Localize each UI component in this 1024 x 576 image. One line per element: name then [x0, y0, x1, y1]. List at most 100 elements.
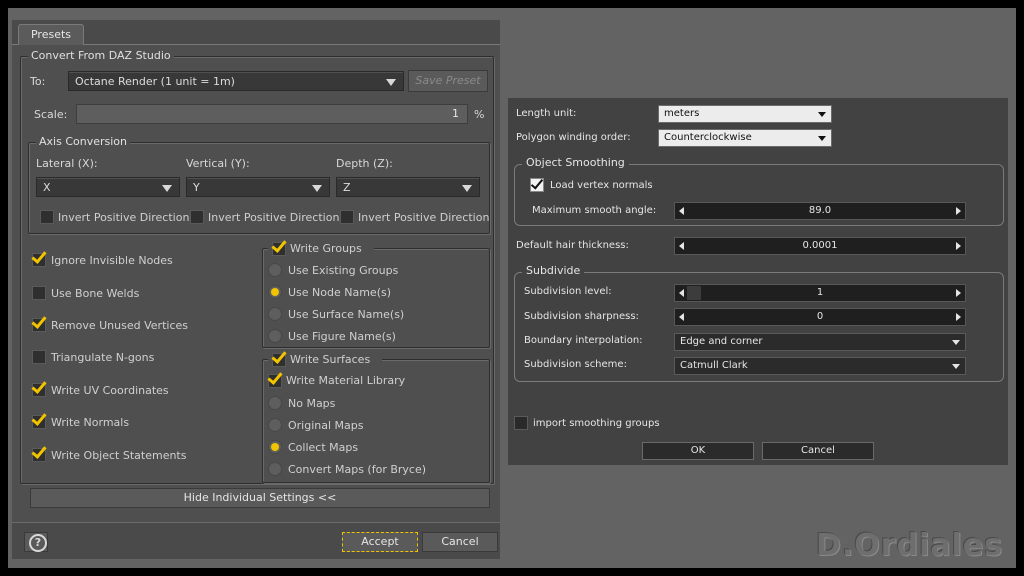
increase-arrow-icon[interactable]: [956, 207, 961, 215]
write-groups-label: Write Groups: [290, 242, 362, 255]
chevron-down-icon: [952, 364, 960, 369]
boundary-interpolation-label: Boundary interpolation:: [524, 335, 643, 346]
radio-button[interactable]: [268, 396, 282, 410]
checkmark-icon: [530, 176, 544, 190]
winding-order-value: Counterclockwise: [664, 132, 752, 143]
depth-value: Z: [343, 181, 351, 194]
option-checkbox[interactable]: [31, 248, 47, 267]
radio-button[interactable]: [268, 418, 282, 432]
tab-presets[interactable]: Presets: [18, 24, 84, 45]
length-unit-select[interactable]: meters: [658, 105, 832, 123]
ok-button[interactable]: OK: [642, 442, 754, 460]
scale-slider[interactable]: 1: [76, 104, 468, 124]
chevron-down-icon: [818, 136, 826, 141]
help-button[interactable]: ?: [24, 532, 48, 552]
invert-z-checkbox[interactable]: [340, 210, 354, 224]
subdivision-level-label: Subdivision level:: [524, 286, 612, 297]
max-smooth-angle-label: Maximum smooth angle:: [532, 205, 657, 216]
radio-button[interactable]: [268, 263, 282, 277]
accept-button[interactable]: Accept: [342, 532, 418, 552]
scale-unit: %: [474, 108, 485, 121]
invert-y-label: Invert Positive Direction: [208, 211, 340, 224]
right-cancel-button[interactable]: Cancel: [762, 442, 874, 460]
boundary-interpolation-select[interactable]: Edge and corner: [674, 333, 966, 351]
subdivision-level-fill: [687, 286, 701, 300]
hair-thickness-slider[interactable]: 0.0001: [674, 237, 966, 255]
radio-button[interactable]: [268, 440, 282, 454]
decrease-arrow-icon[interactable]: [679, 289, 684, 297]
option-checkbox[interactable]: [31, 443, 47, 462]
radio-label: No Maps: [288, 397, 336, 410]
option-label: Triangulate N-gons: [51, 351, 155, 364]
watermark-text: D.Ordiales: [816, 528, 1004, 563]
length-unit-label: Length unit:: [516, 108, 577, 119]
subdivision-scheme-select[interactable]: Catmull Clark: [674, 357, 966, 375]
option-checkbox[interactable]: [32, 350, 46, 364]
radio-button[interactable]: [268, 329, 282, 343]
to-preset-select[interactable]: Octane Render (1 unit = 1m): [68, 71, 404, 91]
radio-label: Convert Maps (for Bryce): [288, 463, 427, 476]
subdivision-scheme-value: Catmull Clark: [680, 360, 748, 371]
to-preset-value: Octane Render (1 unit = 1m): [75, 75, 235, 88]
increase-arrow-icon[interactable]: [956, 242, 961, 250]
subdivision-sharpness-label: Subdivision sharpness:: [524, 311, 639, 322]
option-checkbox[interactable]: [32, 286, 46, 300]
write-material-library-checkbox[interactable]: [267, 369, 283, 388]
write-material-library-label: Write Material Library: [286, 374, 406, 387]
obj-export-dialog: Presets Convert From DAZ Studio To: Octa…: [12, 20, 500, 559]
option-checkbox[interactable]: [31, 378, 47, 397]
option-label: Write Object Statements: [51, 449, 187, 462]
max-smooth-angle-slider[interactable]: 89.0: [674, 202, 966, 220]
subdivision-level-slider[interactable]: 1: [674, 284, 966, 302]
object-smoothing-title: Object Smoothing: [522, 156, 629, 169]
write-groups-checkbox[interactable]: [271, 237, 287, 256]
scale-label: Scale:: [34, 108, 68, 121]
option-label: Use Bone Welds: [51, 287, 140, 300]
to-label: To:: [30, 75, 46, 88]
hair-thickness-value: 0.0001: [802, 240, 838, 251]
radio-label: Use Existing Groups: [288, 264, 399, 277]
help-icon: ?: [29, 534, 47, 552]
decrease-arrow-icon[interactable]: [679, 313, 684, 321]
winding-order-select[interactable]: Counterclockwise: [658, 129, 832, 147]
lateral-value: X: [43, 181, 51, 194]
subdivision-level-value: 1: [816, 287, 824, 298]
vertical-select[interactable]: Y: [186, 177, 330, 197]
import-smoothing-groups-checkbox[interactable]: [514, 416, 528, 430]
lateral-select[interactable]: X: [36, 177, 180, 197]
lateral-label: Lateral (X):: [36, 157, 98, 170]
decrease-arrow-icon[interactable]: [679, 207, 684, 215]
radio-label: Collect Maps: [288, 441, 359, 454]
vertical-value: Y: [193, 181, 200, 194]
decrease-arrow-icon[interactable]: [679, 242, 684, 250]
subdivision-sharpness-slider[interactable]: 0: [674, 308, 966, 326]
invert-x-checkbox[interactable]: [40, 210, 54, 224]
radio-label: Use Node Name(s): [288, 286, 392, 299]
save-preset-button[interactable]: Save Preset: [408, 70, 488, 92]
invert-y-checkbox[interactable]: [190, 210, 204, 224]
radio-label: Use Surface Name(s): [288, 308, 405, 321]
import-options-dialog: Length unit: meters Polygon winding orde…: [508, 98, 1008, 465]
length-unit-value: meters: [664, 108, 700, 119]
depth-select[interactable]: Z: [336, 177, 480, 197]
radio-button[interactable]: [268, 285, 282, 299]
hide-individual-settings-button[interactable]: Hide Individual Settings <<: [30, 488, 490, 508]
cancel-button[interactable]: Cancel: [422, 532, 498, 552]
option-checkbox[interactable]: [31, 410, 47, 429]
invert-x-label: Invert Positive Direction: [58, 211, 190, 224]
depth-label: Depth (Z):: [336, 157, 393, 170]
radio-button[interactable]: [268, 462, 282, 476]
convert-group-title: Convert From DAZ Studio: [28, 49, 174, 62]
load-vertex-normals-checkbox[interactable]: [530, 176, 544, 192]
chevron-down-icon: [818, 112, 826, 117]
increase-arrow-icon[interactable]: [956, 313, 961, 321]
write-surfaces-checkbox[interactable]: [271, 348, 287, 367]
radio-button[interactable]: [268, 307, 282, 321]
vertical-label: Vertical (Y):: [186, 157, 250, 170]
subdivide-title: Subdivide: [522, 264, 585, 277]
option-checkbox[interactable]: [31, 313, 47, 332]
import-smoothing-groups-label: import smoothing groups: [533, 418, 660, 429]
option-label: Write UV Coordinates: [51, 384, 169, 397]
increase-arrow-icon[interactable]: [956, 289, 961, 297]
invert-z-label: Invert Positive Direction: [358, 211, 490, 224]
